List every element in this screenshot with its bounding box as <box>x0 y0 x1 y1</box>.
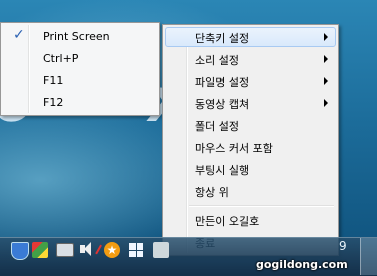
menu-item-label: 만든이 오길호 <box>195 215 260 228</box>
menu-item-run-at-boot[interactable]: 부팅시 실행 <box>165 159 336 179</box>
show-desktop-button[interactable] <box>360 238 377 275</box>
shield-icon[interactable] <box>11 242 29 260</box>
menu-item-folder-settings[interactable]: 폴더 설정 <box>165 115 336 135</box>
menu-item-label: 파일명 설정 <box>195 76 250 89</box>
menu-item-video-capture[interactable]: 동영상 캡쳐 <box>165 93 336 113</box>
menu-item-label: 소리 설정 <box>195 54 239 67</box>
submenu-item-label: F11 <box>43 73 64 87</box>
menu-item-label: 마우스 커서 포함 <box>195 142 273 155</box>
menu-item-label: 단축키 설정 <box>195 32 250 45</box>
submenu-arrow-icon <box>324 33 328 41</box>
submenu-arrow-icon <box>324 55 328 63</box>
watermark-text: gogildong.com <box>256 258 348 271</box>
submenu-arrow-icon <box>324 99 328 107</box>
monitor-icon[interactable] <box>56 243 74 257</box>
menu-item-author[interactable]: 만든이 오길호 <box>165 210 336 230</box>
menu-item-shortcut-settings[interactable]: 단축키 설정 <box>165 27 336 47</box>
menu-item-label: 폴더 설정 <box>195 120 239 133</box>
menu-item-label: 부팅시 실행 <box>195 164 250 177</box>
submenu-item-label: F12 <box>43 95 64 109</box>
tray-context-menu: 단축키 설정 소리 설정 파일명 설정 동영상 캡쳐 폴더 설정 마우스 커서 … <box>162 24 339 256</box>
menu-item-label: 항상 위 <box>195 186 229 199</box>
windows-flag-icon[interactable] <box>129 243 143 257</box>
menu-separator <box>189 205 334 207</box>
submenu-item-ctrl-p[interactable]: Ctrl+P <box>3 48 157 68</box>
menu-item-include-cursor[interactable]: 마우스 커서 포함 <box>165 137 336 157</box>
submenu-item-f12[interactable]: F12 <box>3 92 157 112</box>
shortcut-submenu: ✓ Print Screen Ctrl+P F11 F12 <box>0 22 160 116</box>
menu-item-always-on-top[interactable]: 항상 위 <box>165 181 336 201</box>
menu-item-label: 동영상 캡쳐 <box>195 98 250 111</box>
star-app-icon[interactable]: ★ <box>104 242 120 258</box>
submenu-arrow-icon <box>324 77 328 85</box>
submenu-item-f11[interactable]: F11 <box>3 70 157 90</box>
check-icon: ✓ <box>13 27 25 43</box>
submenu-item-label: Ctrl+P <box>43 51 79 65</box>
pointer-app-icon[interactable] <box>153 242 169 258</box>
color-app-icon[interactable] <box>32 242 48 258</box>
clock-partial[interactable]: 9 <box>339 239 347 253</box>
menu-item-sound-settings[interactable]: 소리 설정 <box>165 49 336 69</box>
submenu-item-label: Print Screen <box>43 29 110 43</box>
menu-item-filename-settings[interactable]: 파일명 설정 <box>165 71 336 91</box>
submenu-item-print-screen[interactable]: ✓ Print Screen <box>3 26 157 46</box>
